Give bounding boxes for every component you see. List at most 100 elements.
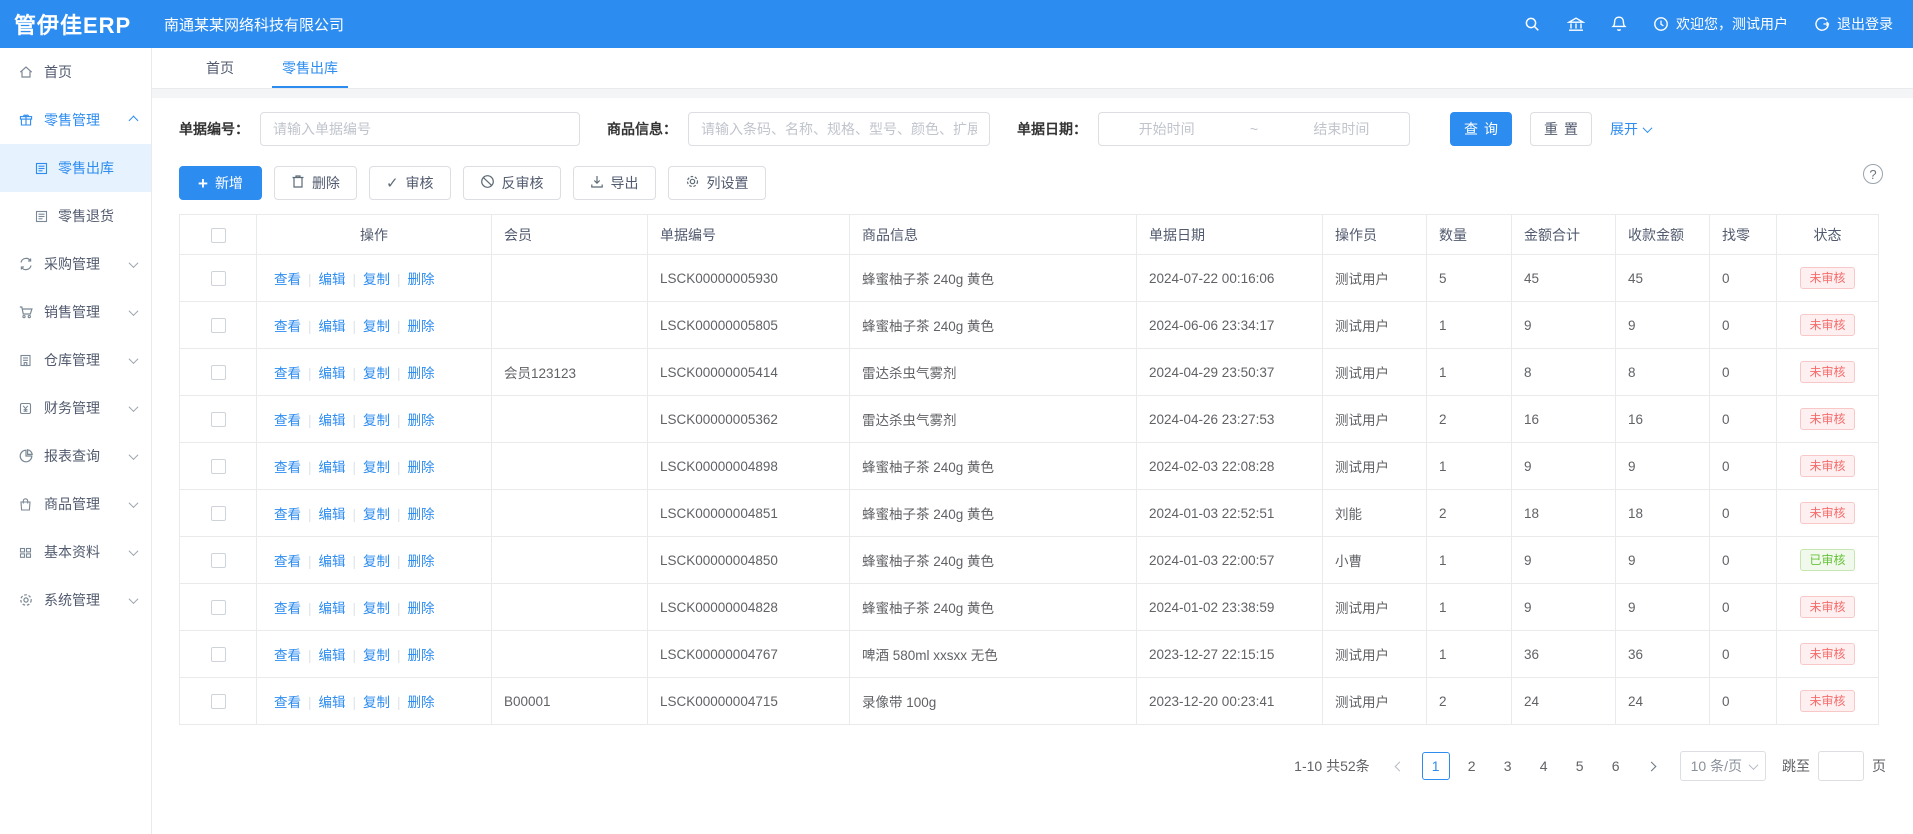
date-range-picker[interactable]: 开始时间 ~ 结束时间 (1098, 112, 1410, 146)
page-number-5[interactable]: 5 (1566, 752, 1594, 780)
row-action-edit[interactable]: 编辑 (319, 554, 346, 569)
unaudit-button[interactable]: 反审核 (463, 166, 561, 200)
audit-button[interactable]: ✓ 审核 (369, 166, 451, 200)
row-action-edit[interactable]: 编辑 (319, 366, 346, 381)
table-row: 查看|编辑|复制|删除LSCK00000004767啤酒 580ml xxsxx… (180, 631, 1879, 678)
row-checkbox[interactable] (211, 318, 226, 333)
page-number-2[interactable]: 2 (1458, 752, 1486, 780)
row-action-delete[interactable]: 删除 (408, 460, 435, 475)
row-action-edit[interactable]: 编辑 (319, 601, 346, 616)
page-number-6[interactable]: 6 (1602, 752, 1630, 780)
row-action-copy[interactable]: 复制 (363, 507, 390, 522)
page-number-1[interactable]: 1 (1422, 752, 1450, 780)
row-action-delete[interactable]: 删除 (408, 648, 435, 663)
search-icon[interactable] (1524, 16, 1541, 33)
row-checkbox[interactable] (211, 506, 226, 521)
row-action-copy[interactable]: 复制 (363, 601, 390, 616)
row-checkbox[interactable] (211, 365, 226, 380)
row-action-view[interactable]: 查看 (274, 272, 301, 287)
reset-button[interactable]: 重置 (1530, 112, 1592, 146)
row-action-copy[interactable]: 复制 (363, 648, 390, 663)
sidebar-item-2[interactable]: 采购管理 (0, 240, 151, 288)
row-action-view[interactable]: 查看 (274, 695, 301, 710)
sidebar-item-3[interactable]: 销售管理 (0, 288, 151, 336)
export-button[interactable]: 导出 (573, 166, 656, 200)
row-checkbox[interactable] (211, 412, 226, 427)
bill-no-input[interactable] (273, 121, 567, 137)
row-checkbox[interactable] (211, 694, 226, 709)
row-checkbox[interactable] (211, 553, 226, 568)
search-button[interactable]: 查询 (1450, 112, 1512, 146)
row-action-edit[interactable]: 编辑 (319, 319, 346, 334)
prev-page-icon[interactable] (1386, 752, 1414, 780)
column-settings-button[interactable]: 列设置 (668, 166, 766, 200)
row-action-delete[interactable]: 删除 (408, 366, 435, 381)
page-number-4[interactable]: 4 (1530, 752, 1558, 780)
row-checkbox[interactable] (211, 459, 226, 474)
row-action-delete[interactable]: 删除 (408, 413, 435, 428)
row-action-copy[interactable]: 复制 (363, 460, 390, 475)
add-button[interactable]: + 新增 (179, 166, 262, 200)
tab-retail-outbound[interactable]: 零售出库 (258, 48, 362, 88)
bank-icon[interactable] (1567, 16, 1585, 33)
row-action-edit[interactable]: 编辑 (319, 648, 346, 663)
bell-icon[interactable] (1611, 15, 1627, 33)
page-number-3[interactable]: 3 (1494, 752, 1522, 780)
sidebar-item-9[interactable]: 系统管理 (0, 576, 151, 624)
row-action-delete[interactable]: 删除 (408, 319, 435, 334)
header-actions: 欢迎您，测试用户 退出登录 (1524, 14, 1913, 34)
select-all-checkbox[interactable] (211, 228, 226, 243)
received-cell: 9 (1616, 537, 1710, 584)
tab-home[interactable]: 首页 (182, 48, 258, 88)
row-action-copy[interactable]: 复制 (363, 554, 390, 569)
change-cell: 0 (1710, 349, 1777, 396)
qty-cell: 1 (1427, 302, 1512, 349)
sidebar-subitem-1-1[interactable]: 零售退货 (0, 192, 151, 240)
product-info-input[interactable] (701, 121, 977, 137)
sidebar-item-label: 仓库管理 (44, 350, 130, 370)
row-action-view[interactable]: 查看 (274, 366, 301, 381)
row-action-copy[interactable]: 复制 (363, 695, 390, 710)
row-action-edit[interactable]: 编辑 (319, 460, 346, 475)
expand-link[interactable]: 展开 (1610, 119, 1651, 139)
row-action-delete[interactable]: 删除 (408, 601, 435, 616)
sidebar-subitem-1-0[interactable]: 零售出库 (0, 144, 151, 192)
help-icon[interactable]: ? (1863, 164, 1883, 184)
row-action-view[interactable]: 查看 (274, 319, 301, 334)
sidebar-item-1[interactable]: 零售管理 (0, 96, 151, 144)
sidebar-item-8[interactable]: 基本资料 (0, 528, 151, 576)
user-welcome[interactable]: 欢迎您，测试用户 (1653, 14, 1788, 34)
row-action-copy[interactable]: 复制 (363, 413, 390, 428)
row-action-delete[interactable]: 删除 (408, 272, 435, 287)
delete-button[interactable]: 删除 (274, 166, 357, 200)
row-action-view[interactable]: 查看 (274, 601, 301, 616)
row-action-edit[interactable]: 编辑 (319, 413, 346, 428)
row-checkbox[interactable] (211, 271, 226, 286)
row-action-edit[interactable]: 编辑 (319, 272, 346, 287)
sidebar-item-4[interactable]: 仓库管理 (0, 336, 151, 384)
row-action-copy[interactable]: 复制 (363, 366, 390, 381)
row-action-delete[interactable]: 删除 (408, 507, 435, 522)
row-action-copy[interactable]: 复制 (363, 319, 390, 334)
row-action-view[interactable]: 查看 (274, 413, 301, 428)
sidebar-item-5[interactable]: 财务管理 (0, 384, 151, 432)
row-action-copy[interactable]: 复制 (363, 272, 390, 287)
row-action-view[interactable]: 查看 (274, 507, 301, 522)
sidebar-item-7[interactable]: 商品管理 (0, 480, 151, 528)
sidebar-item-0[interactable]: 首页 (0, 48, 151, 96)
row-action-edit[interactable]: 编辑 (319, 695, 346, 710)
sidebar-item-6[interactable]: 报表查询 (0, 432, 151, 480)
jump-page-input[interactable] (1818, 751, 1864, 781)
next-page-icon[interactable] (1638, 752, 1666, 780)
row-action-delete[interactable]: 删除 (408, 695, 435, 710)
page-size-select[interactable]: 10 条/页 (1680, 751, 1766, 781)
row-checkbox[interactable] (211, 600, 226, 615)
logout-button[interactable]: 退出登录 (1814, 14, 1893, 34)
row-action-edit[interactable]: 编辑 (319, 507, 346, 522)
row-checkbox[interactable] (211, 647, 226, 662)
row-action-delete[interactable]: 删除 (408, 554, 435, 569)
row-action-view[interactable]: 查看 (274, 460, 301, 475)
row-action-view[interactable]: 查看 (274, 554, 301, 569)
row-action-view[interactable]: 查看 (274, 648, 301, 663)
operator-cell: 测试用户 (1323, 443, 1427, 490)
